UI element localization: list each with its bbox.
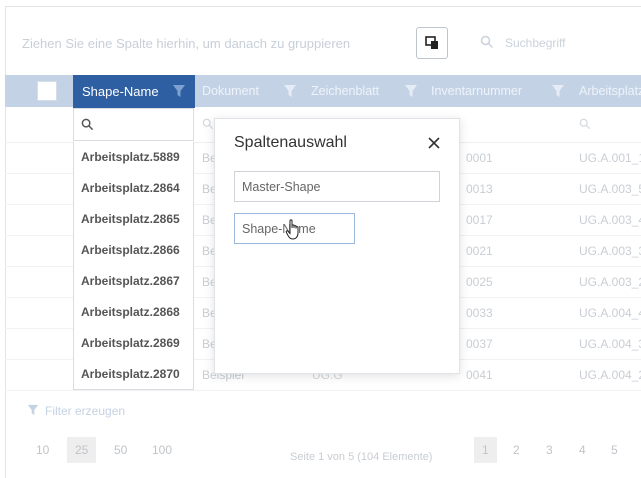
page-size-25[interactable]: 25 [67, 437, 97, 463]
column-header-arbeitsplatz[interactable]: Arbeitsplatz [579, 75, 641, 107]
page-button-4[interactable]: 4 [579, 443, 586, 457]
cell-inventarnummer: 0021 [466, 244, 493, 258]
cell-text: Arbeitsplatz.2868 [81, 305, 180, 319]
search-icon[interactable] [202, 118, 214, 130]
chooser-item-master-shape[interactable]: Master-Shape [234, 171, 440, 202]
column-chooser-icon [425, 36, 438, 49]
cell-inventarnummer: 0033 [466, 306, 493, 320]
filter-create-label: Filter erzeugen [45, 404, 126, 418]
cell-text: Arbeitsplatz.2867 [81, 274, 180, 288]
column-header-zeichenblatt[interactable]: Zeichenblatt [311, 75, 379, 107]
select-all-checkbox[interactable] [37, 81, 57, 101]
column-chooser-dialog: Spaltenauswahl Master-Shape Shape-Name [214, 118, 460, 374]
cell-shape-name[interactable]: Arbeitsplatz.2866 [73, 235, 194, 266]
page-button-3[interactable]: 3 [546, 443, 553, 457]
search-input[interactable]: Suchbegriff [505, 36, 566, 50]
page-button-1[interactable]: 1 [474, 437, 497, 463]
cell-shape-name[interactable]: Arbeitsplatz.2864 [73, 173, 194, 204]
cell-text: Arbeitsplatz.2869 [81, 336, 180, 350]
funnel-icon[interactable] [404, 84, 418, 98]
page-button-5[interactable]: 5 [611, 443, 618, 457]
filter-cell-shape-name[interactable] [73, 108, 194, 141]
filter-create-button[interactable]: Filter erzeugen [27, 404, 125, 418]
funnel-icon[interactable] [551, 84, 565, 98]
cell-shape-name[interactable]: Arbeitsplatz.2865 [73, 204, 194, 235]
column-chooser-button[interactable] [416, 27, 448, 59]
cell-shape-name[interactable]: Arbeitsplatz.2870 [73, 359, 194, 390]
cell-text: Arbeitsplatz.2866 [81, 243, 180, 257]
page-info: Seite 1 von 5 (104 Elemente) [290, 451, 433, 463]
cell-arbeitsplatz: UG.A.004_2 [579, 368, 641, 382]
cell-text: Arbeitsplatz.2864 [81, 181, 180, 195]
cell-arbeitsplatz: UG.A.003_5 [579, 182, 641, 196]
cell-arbeitsplatz: UG.A.003_4 [579, 213, 641, 227]
cell-inventarnummer: 0041 [466, 368, 493, 382]
cell-arbeitsplatz: UG.A.004_4 [579, 306, 641, 320]
search-icon[interactable] [579, 118, 591, 130]
cell-text: Arbeitsplatz.2870 [81, 367, 180, 381]
column-header-label: Shape-Name [82, 84, 159, 99]
cell-inventarnummer: 0013 [466, 182, 493, 196]
cell-text: Arbeitsplatz.5889 [81, 150, 180, 164]
page-size-50[interactable]: 50 [114, 443, 127, 457]
column-header-dokument[interactable]: Dokument [202, 75, 259, 107]
cell-inventarnummer: 0001 [466, 151, 493, 165]
group-panel-hint: Ziehen Sie eine Spalte hierhin, um danac… [22, 36, 351, 51]
cell-arbeitsplatz: UG.A.001_1 [579, 151, 641, 165]
cell-arbeitsplatz: UG.A.004_3 [579, 337, 641, 351]
funnel-icon [27, 404, 39, 416]
cell-shape-name[interactable]: Arbeitsplatz.2869 [73, 328, 194, 359]
cell-arbeitsplatz: UG.A.003_3 [579, 244, 641, 258]
funnel-icon[interactable] [172, 84, 186, 98]
column-header-inventarnummer[interactable]: Inventarnummer [431, 75, 522, 107]
funnel-icon[interactable] [283, 84, 297, 98]
search-icon [81, 118, 94, 131]
cell-arbeitsplatz: UG.A.003_2 [579, 275, 641, 289]
cell-shape-name[interactable]: Arbeitsplatz.2868 [73, 297, 194, 328]
cell-shape-name[interactable]: Arbeitsplatz.2867 [73, 266, 194, 297]
search-icon[interactable] [480, 35, 494, 49]
page-size-10[interactable]: 10 [36, 443, 49, 457]
page-button-2[interactable]: 2 [513, 443, 520, 457]
dialog-title: Spaltenauswahl [234, 134, 347, 151]
cell-inventarnummer: 0037 [466, 337, 493, 351]
cell-inventarnummer: 0025 [466, 275, 493, 289]
cell-text: Arbeitsplatz.2865 [81, 212, 180, 226]
cell-inventarnummer: 0017 [466, 213, 493, 227]
hand-cursor-icon [285, 219, 299, 240]
page-size-100[interactable]: 100 [152, 443, 172, 457]
close-icon[interactable] [426, 135, 442, 151]
chooser-item-label: Shape-Name [242, 222, 316, 236]
cell-shape-name[interactable]: Arbeitsplatz.5889 [73, 142, 194, 173]
chooser-item-label: Master-Shape [242, 180, 321, 194]
